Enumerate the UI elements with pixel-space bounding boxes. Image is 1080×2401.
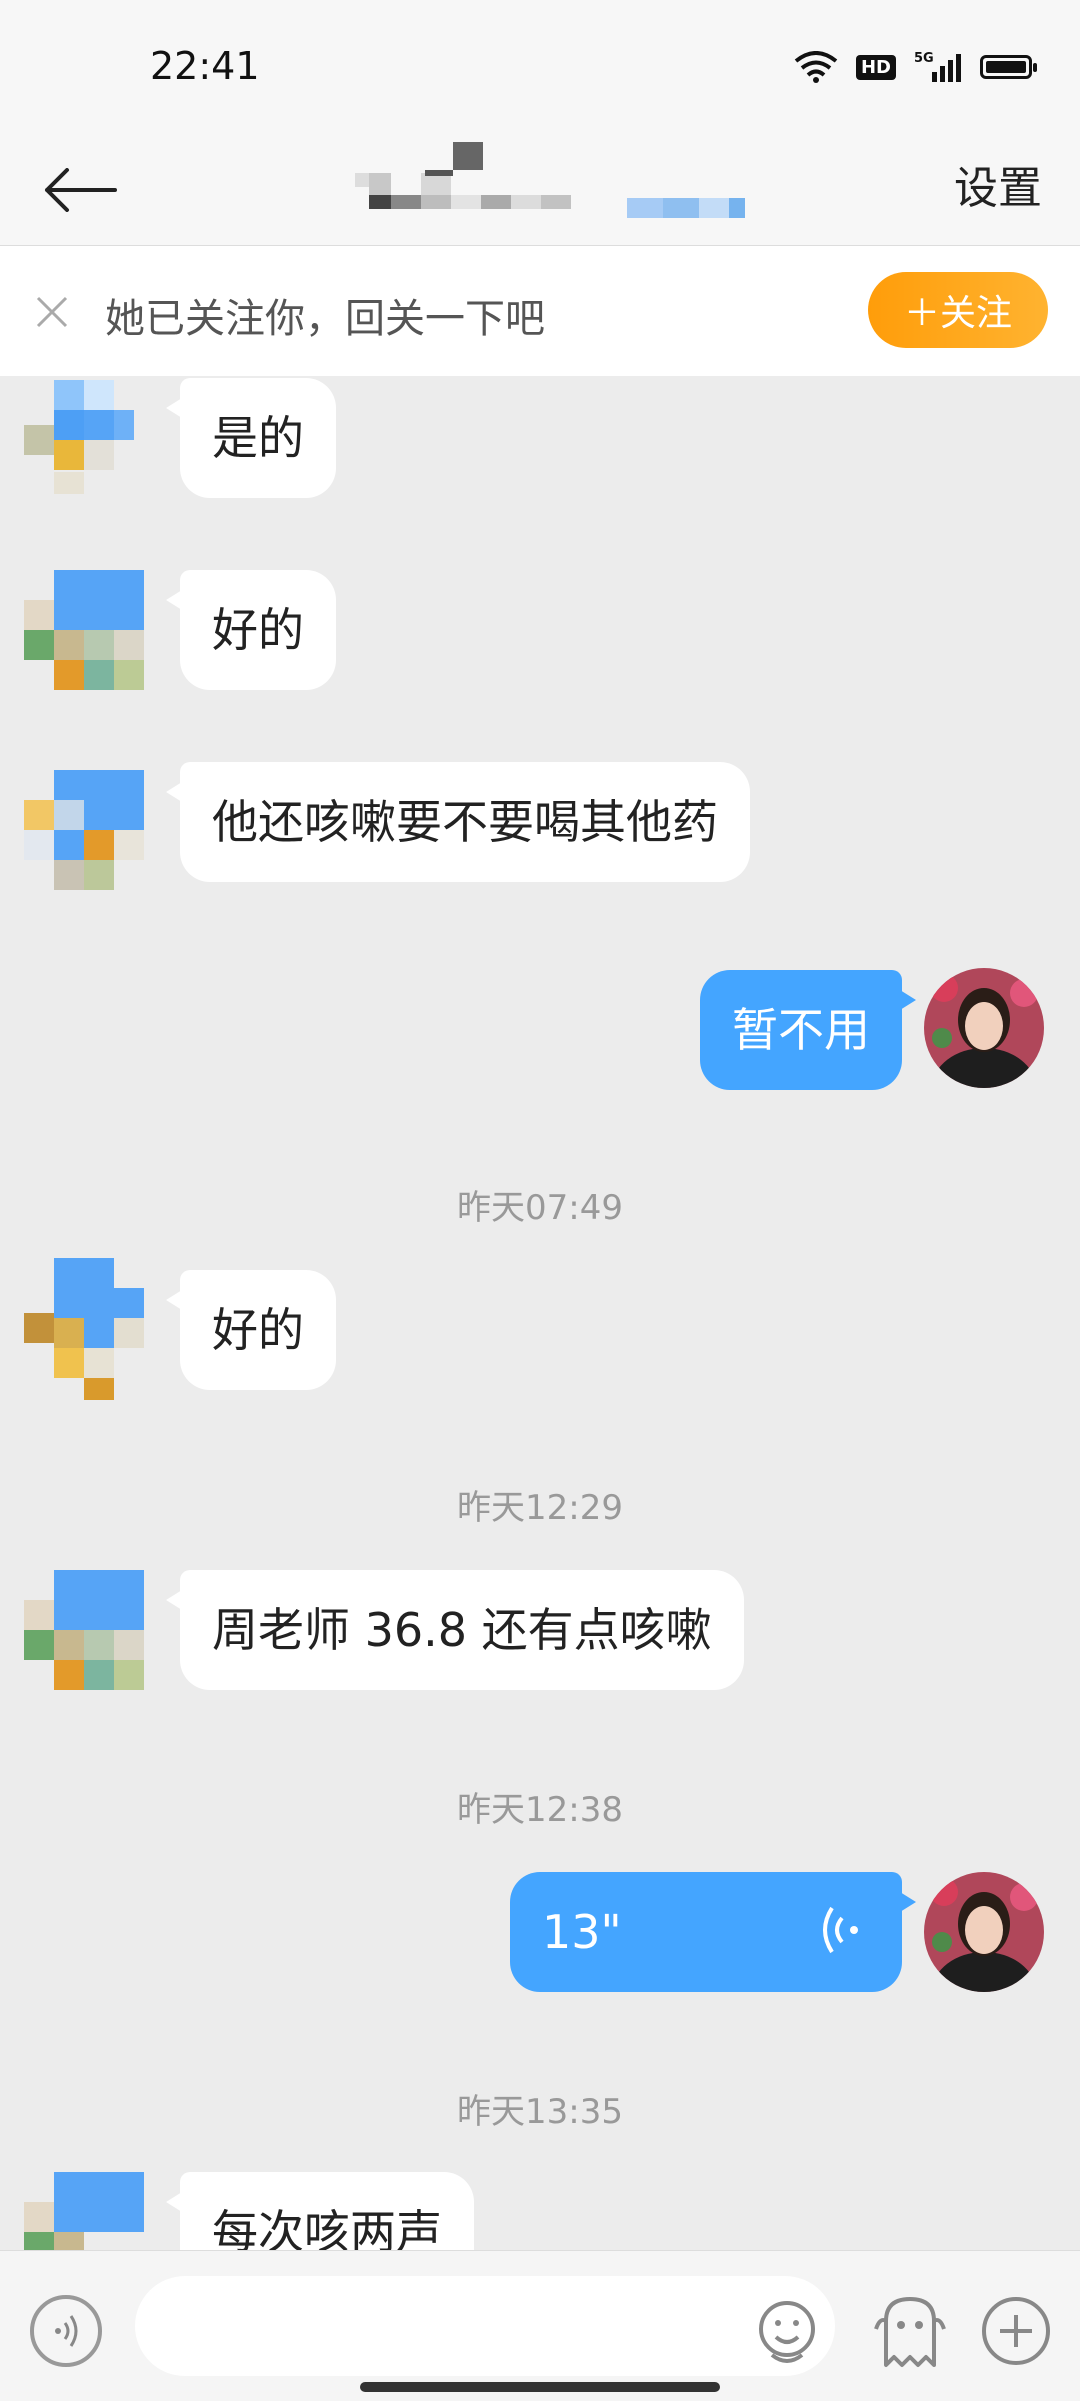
- voice-input-button[interactable]: [30, 2295, 102, 2367]
- cellular-signal-icon: 5G: [914, 51, 961, 82]
- message-timestamp: 昨天07:49: [457, 1188, 623, 1228]
- my-avatar[interactable]: [924, 968, 1044, 1088]
- voice-message-bubble[interactable]: 13": [510, 1872, 916, 1992]
- status-time: 22:41: [150, 44, 260, 88]
- message-timestamp: 昨天12:29: [457, 1488, 623, 1528]
- settings-button[interactable]: 设置: [954, 154, 1042, 224]
- message-input[interactable]: [135, 2276, 835, 2376]
- emoji-icon[interactable]: [752, 2295, 822, 2369]
- chat-input-bar: [0, 2250, 1080, 2401]
- message-bubble[interactable]: 周老师 36.8 还有点咳嗽: [166, 1570, 744, 1690]
- chat-header: 设置: [0, 140, 1080, 246]
- voice-duration: 13": [542, 1905, 622, 1959]
- message-bubble[interactable]: 好的: [166, 1270, 336, 1390]
- follow-back-prompt: 她已关注你，回关一下吧: [105, 296, 545, 342]
- contact-avatar[interactable]: [24, 1258, 144, 1403]
- wifi-icon: [794, 51, 838, 83]
- sticker-icon[interactable]: [870, 2287, 950, 2371]
- hd-badge: HD: [855, 54, 896, 80]
- home-indicator[interactable]: [360, 2382, 720, 2392]
- voice-icon: [55, 2315, 78, 2347]
- close-icon[interactable]: [30, 290, 74, 334]
- follow-back-banner: 她已关注你，回关一下吧 ＋关注: [0, 246, 1080, 376]
- contact-avatar[interactable]: [24, 570, 144, 690]
- my-avatar[interactable]: [924, 1872, 1044, 1992]
- network-type: 5G: [914, 51, 934, 66]
- message-bubble[interactable]: 好的: [166, 570, 336, 690]
- battery-icon: [980, 55, 1037, 79]
- voice-wave-icon: [823, 1906, 858, 1954]
- status-icons: HD 5G: [794, 50, 1037, 84]
- contact-avatar[interactable]: [24, 770, 144, 890]
- message-bubble-sent[interactable]: 暂不用: [700, 970, 916, 1090]
- plus-icon[interactable]: [980, 2295, 1052, 2367]
- contact-name-redacted: [355, 142, 745, 218]
- message-bubble[interactable]: 是的: [166, 378, 336, 498]
- status-bar: 22:41 HD 5G: [0, 0, 1080, 140]
- message-timestamp: 昨天13:35: [457, 2092, 623, 2132]
- back-button[interactable]: [40, 150, 120, 230]
- back-arrow-icon: [45, 168, 117, 212]
- message-bubble[interactable]: 他还咳嗽要不要喝其他药: [166, 762, 750, 882]
- contact-avatar[interactable]: [24, 380, 144, 515]
- message-timestamp: 昨天12:38: [457, 1790, 623, 1830]
- contact-avatar[interactable]: [24, 1570, 144, 1690]
- follow-button[interactable]: ＋关注: [868, 272, 1048, 348]
